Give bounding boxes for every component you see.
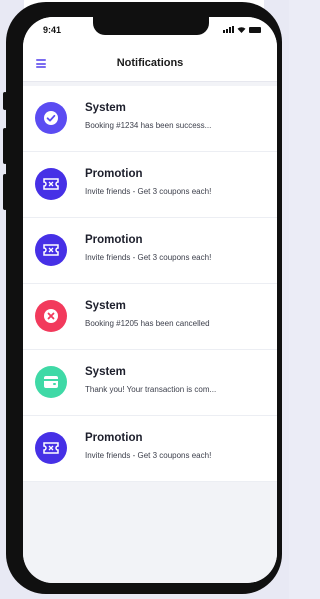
page-title: Notifications <box>116 57 184 69</box>
status-bar: 9:41 <box>23 17 277 45</box>
signal-icon <box>223 26 234 33</box>
battery-icon <box>249 26 261 33</box>
notification-title: Promotion <box>85 432 143 444</box>
notification-title: System <box>85 300 126 312</box>
notification-title: Promotion <box>85 234 143 246</box>
volume-down-button <box>3 174 7 210</box>
status-icons <box>223 26 261 33</box>
volume-up-button <box>3 128 7 164</box>
notification-list: System Booking #1234 has been success...… <box>23 86 277 482</box>
status-time: 9:41 <box>43 25 62 35</box>
wifi-icon <box>237 27 246 33</box>
wallet-icon <box>35 366 67 398</box>
phone-screen: 9:41 Notifications System Booking #1234 … <box>23 17 277 583</box>
notification-body: Invite friends - Get 3 coupons each! <box>85 451 212 460</box>
notification-title: System <box>85 366 126 378</box>
phone-frame: 9:41 Notifications System Booking #1234 … <box>3 2 282 594</box>
notification-body: Thank you! Your transaction is com... <box>85 385 217 394</box>
app-header: Notifications <box>23 45 277 82</box>
notification-item[interactable]: System Booking #1205 has been cancelled <box>23 284 277 350</box>
notification-body: Booking #1205 has been cancelled <box>85 319 210 328</box>
notification-title: Promotion <box>85 168 143 180</box>
notification-item[interactable]: Promotion Invite friends - Get 3 coupons… <box>23 416 277 482</box>
mute-switch <box>3 92 7 110</box>
notification-item[interactable]: System Booking #1234 has been success... <box>23 86 277 152</box>
empty-area <box>23 482 277 583</box>
ticket-icon <box>35 432 67 464</box>
close-circle-icon <box>35 300 67 332</box>
ticket-icon <box>35 168 67 200</box>
ticket-icon <box>35 234 67 266</box>
check-circle-icon <box>35 102 67 134</box>
notification-body: Invite friends - Get 3 coupons each! <box>85 187 212 196</box>
notification-item[interactable]: System Thank you! Your transaction is co… <box>23 350 277 416</box>
notification-body: Invite friends - Get 3 coupons each! <box>85 253 212 262</box>
notification-title: System <box>85 102 126 114</box>
notification-item[interactable]: Promotion Invite friends - Get 3 coupons… <box>23 152 277 218</box>
notification-body: Booking #1234 has been success... <box>85 121 212 130</box>
notch <box>93 17 209 35</box>
notification-item[interactable]: Promotion Invite friends - Get 3 coupons… <box>23 218 277 284</box>
